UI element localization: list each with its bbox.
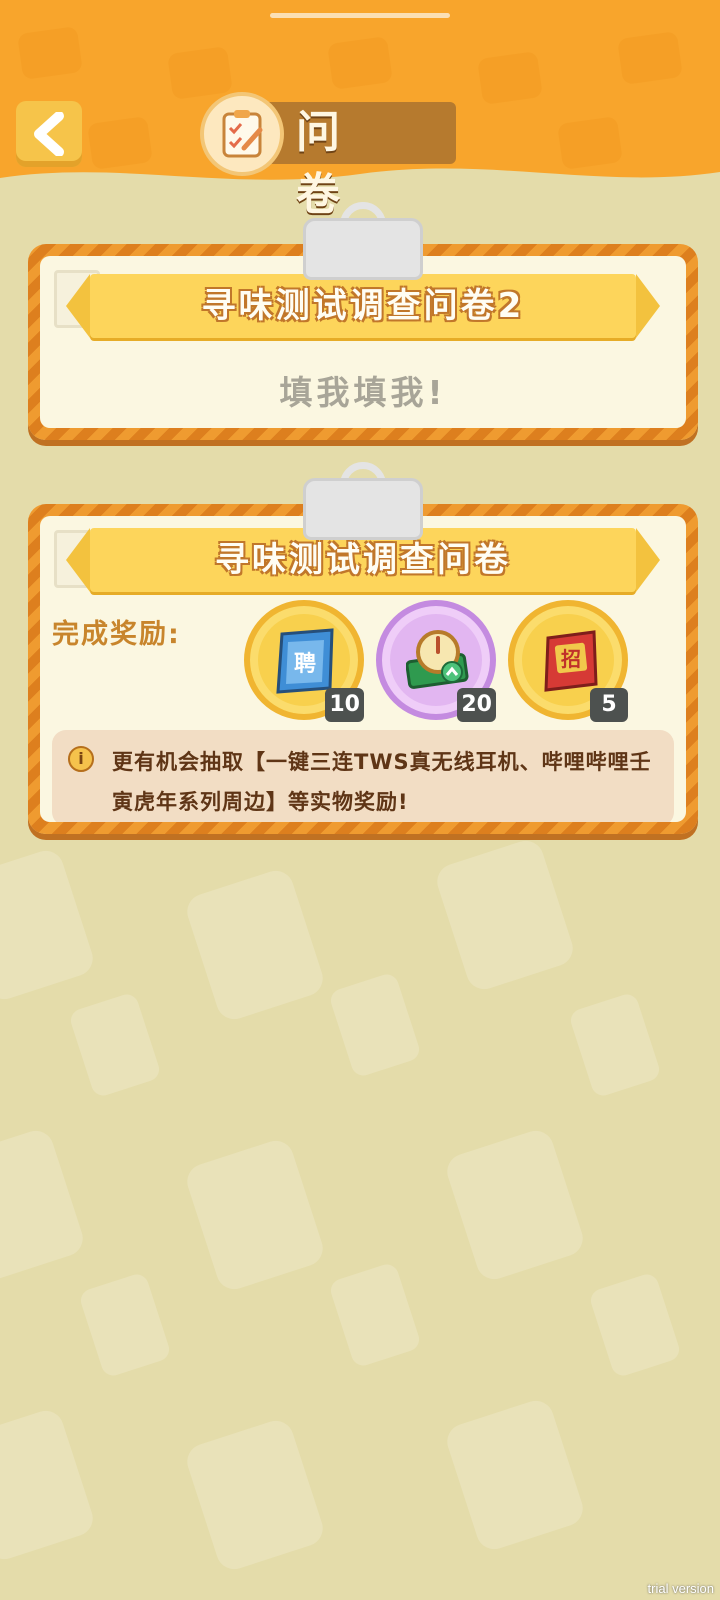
- title-plate: [256, 102, 456, 164]
- card-paper: 寻味测试调查问卷 完成奖励: 聘 10 20 招 5 i 更有机会抽取【一键三连…: [40, 516, 686, 822]
- svg-text:聘: 聘: [294, 652, 316, 677]
- reward-count-badge: 5: [590, 688, 628, 722]
- reward-item-recruit-red-card[interactable]: 招 5: [508, 600, 628, 722]
- reward-label: 完成奖励:: [52, 619, 181, 650]
- reward-item-recruit-poster[interactable]: 聘 10: [244, 600, 364, 722]
- svg-text:招: 招: [561, 647, 581, 671]
- notice-text: 更有机会抽取【一键三连TWS真无线耳机、哔哩哔哩壬寅虎年系列周边】等实物奖励!: [112, 750, 652, 814]
- header-wave: [0, 168, 720, 205]
- clipboard-checklist-icon: [200, 92, 284, 176]
- survey-title-ribbon: 寻味测试调查问卷2: [66, 274, 660, 338]
- recruit-red-card-icon: 招: [544, 630, 598, 692]
- survey-card-2[interactable]: 寻味测试调查问卷2 填我填我!: [28, 202, 698, 440]
- reward-count-badge: 20: [457, 688, 496, 722]
- reward-item-speedup-clock[interactable]: 20: [376, 600, 496, 722]
- reward-count-badge: 10: [325, 688, 364, 722]
- reward-notice: i 更有机会抽取【一键三连TWS真无线耳机、哔哩哔哩壬寅虎年系列周边】等实物奖励…: [52, 730, 674, 822]
- page-title: 问卷: [296, 107, 346, 220]
- survey-title: 寻味测试调查问卷2: [201, 286, 525, 326]
- chevron-left-icon: [34, 112, 64, 156]
- back-button[interactable]: [16, 101, 82, 167]
- card-paper: 寻味测试调查问卷2 填我填我!: [40, 256, 686, 428]
- fill-prompt: 填我填我!: [279, 373, 447, 412]
- status-indicator: [270, 13, 450, 18]
- clipboard-clip-icon: [303, 478, 423, 540]
- speedup-clock-icon: [406, 630, 469, 689]
- survey-card-1[interactable]: 寻味测试调查问卷 完成奖励: 聘 10 20 招 5 i 更有机会抽取【一键三连…: [28, 462, 698, 834]
- watermark-text: trial version: [647, 1581, 714, 1596]
- info-icon: i: [68, 746, 94, 772]
- clipboard-clip-icon: [303, 218, 423, 280]
- recruit-poster-icon: 聘: [276, 628, 334, 694]
